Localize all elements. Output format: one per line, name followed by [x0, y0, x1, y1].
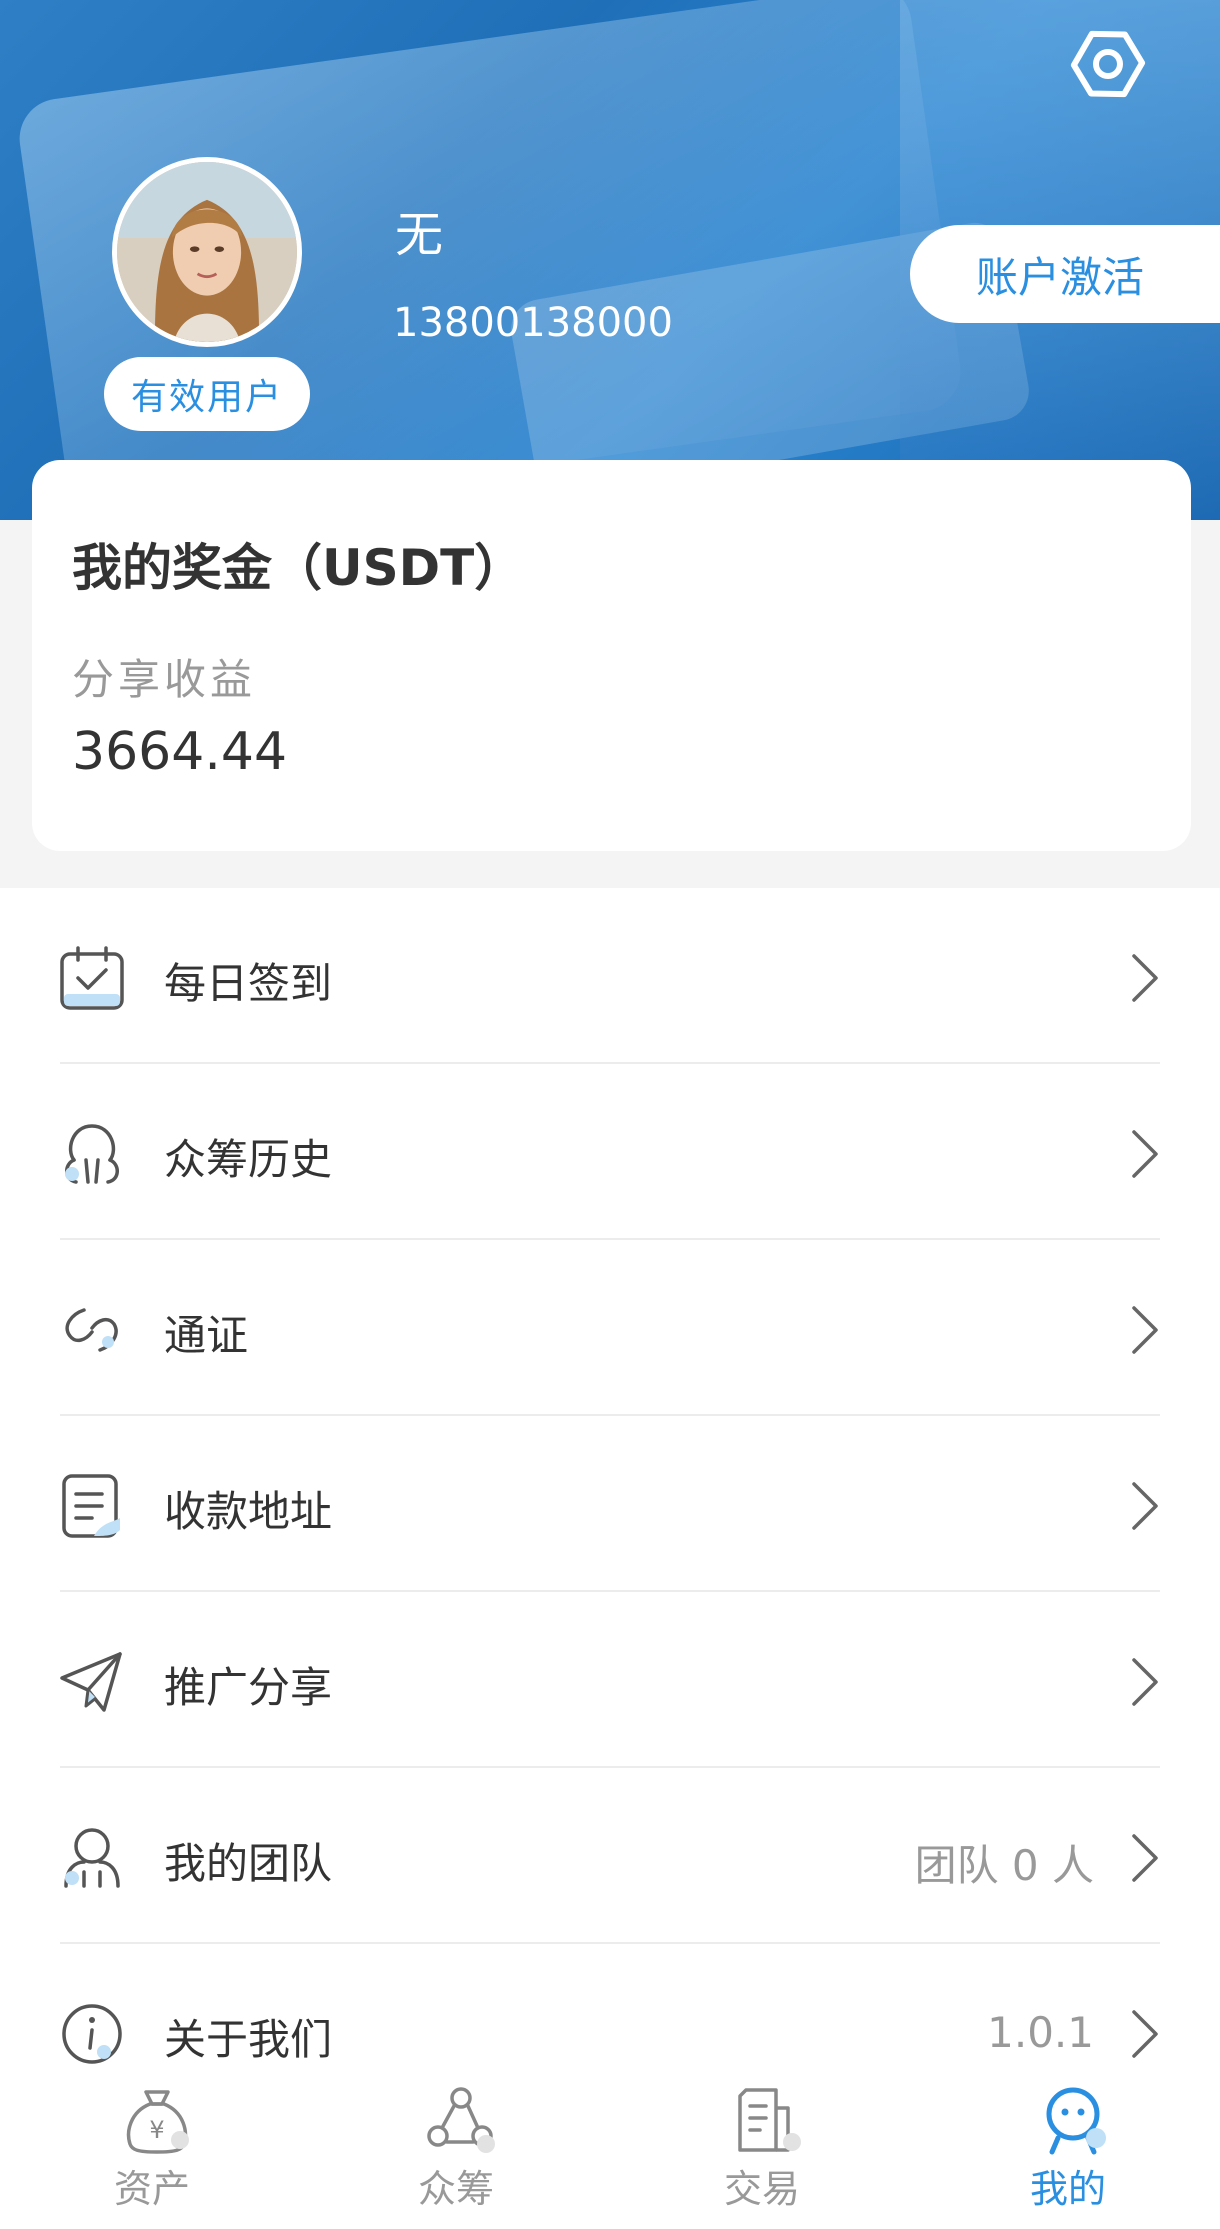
- tab-label: 我的: [1029, 2167, 1106, 2211]
- chevron-right-icon: [1126, 950, 1162, 1006]
- menu-item-label: 我的团队: [164, 1839, 333, 1888]
- share-earnings-label: 分享收益: [72, 655, 257, 704]
- profile-icon: [1036, 2084, 1110, 2158]
- trade-icon: [730, 2084, 804, 2158]
- user-phone: 13800138000: [393, 300, 673, 346]
- user-status-badge: 有效用户: [104, 357, 310, 431]
- team-count: 团队 0 人: [914, 1841, 1094, 1890]
- link-icon: [58, 1296, 126, 1364]
- menu-item-daily-checkin[interactable]: 每日签到: [0, 888, 1220, 1064]
- chevron-right-icon: [1126, 1126, 1162, 1182]
- app-version: 1.0.1: [987, 2008, 1094, 2057]
- menu-item-label: 推广分享: [164, 1663, 333, 1712]
- avatar[interactable]: [112, 157, 302, 347]
- tab-label: 交易: [723, 2167, 800, 2211]
- settings-icon[interactable]: [1070, 26, 1146, 102]
- menu-item-about-us[interactable]: 关于我们 1.0.1: [0, 1944, 1220, 2080]
- menu-item-promote-share[interactable]: 推广分享: [0, 1592, 1220, 1768]
- chevron-right-icon: [1126, 1478, 1162, 1534]
- activate-account-button[interactable]: 账户激活: [910, 225, 1220, 323]
- tab-assets[interactable]: ¥ 资产: [52, 2080, 252, 2229]
- menu-item-label: 每日签到: [164, 959, 333, 1008]
- menu-item-label: 众筹历史: [164, 1135, 333, 1184]
- tab-trade[interactable]: 交易: [662, 2080, 862, 2229]
- bonus-card: 我的奖金（USDT） 分享收益 3664.44: [32, 460, 1191, 851]
- tab-crowdfunding[interactable]: 众筹: [356, 2080, 556, 2229]
- menu-item-label: 关于我们: [164, 2015, 333, 2064]
- menu-item-label: 收款地址: [164, 1487, 333, 1536]
- menu-item-label: 通证: [164, 1311, 249, 1360]
- bottom-tab-bar: ¥ 资产 众筹 交易 我的: [0, 2080, 1220, 2229]
- menu-item-crowdfund-history[interactable]: 众筹历史: [0, 1064, 1220, 1240]
- crowdfund-history-icon: [58, 1120, 126, 1188]
- menu-list: 每日签到 众筹历史 通证 收款地址 推广分享 我的团队 团队 0 人 关于我们 …: [0, 888, 1220, 2080]
- chevron-right-icon: [1126, 1302, 1162, 1358]
- info-icon: [58, 2000, 126, 2068]
- money-bag-icon: ¥: [120, 2084, 194, 2158]
- menu-item-my-team[interactable]: 我的团队 团队 0 人: [0, 1768, 1220, 1944]
- document-icon: [58, 1472, 126, 1540]
- paper-plane-icon: [58, 1648, 126, 1716]
- tab-mine[interactable]: 我的: [968, 2080, 1168, 2229]
- tab-label: 资产: [113, 2167, 190, 2211]
- svg-text:¥: ¥: [149, 2116, 164, 2144]
- user-nickname: 无: [395, 207, 444, 263]
- crowdfund-icon: [424, 2084, 498, 2158]
- menu-item-receiving-address[interactable]: 收款地址: [0, 1416, 1220, 1592]
- chevron-right-icon: [1126, 1654, 1162, 1710]
- team-icon: [58, 1824, 126, 1892]
- tab-label: 众筹: [417, 2167, 494, 2211]
- calendar-check-icon: [58, 944, 126, 1012]
- menu-item-token[interactable]: 通证: [0, 1240, 1220, 1416]
- share-earnings-value: 3664.44: [72, 722, 288, 782]
- chevron-right-icon: [1126, 2006, 1162, 2062]
- chevron-right-icon: [1126, 1830, 1162, 1886]
- bonus-card-title: 我的奖金（USDT）: [72, 539, 525, 597]
